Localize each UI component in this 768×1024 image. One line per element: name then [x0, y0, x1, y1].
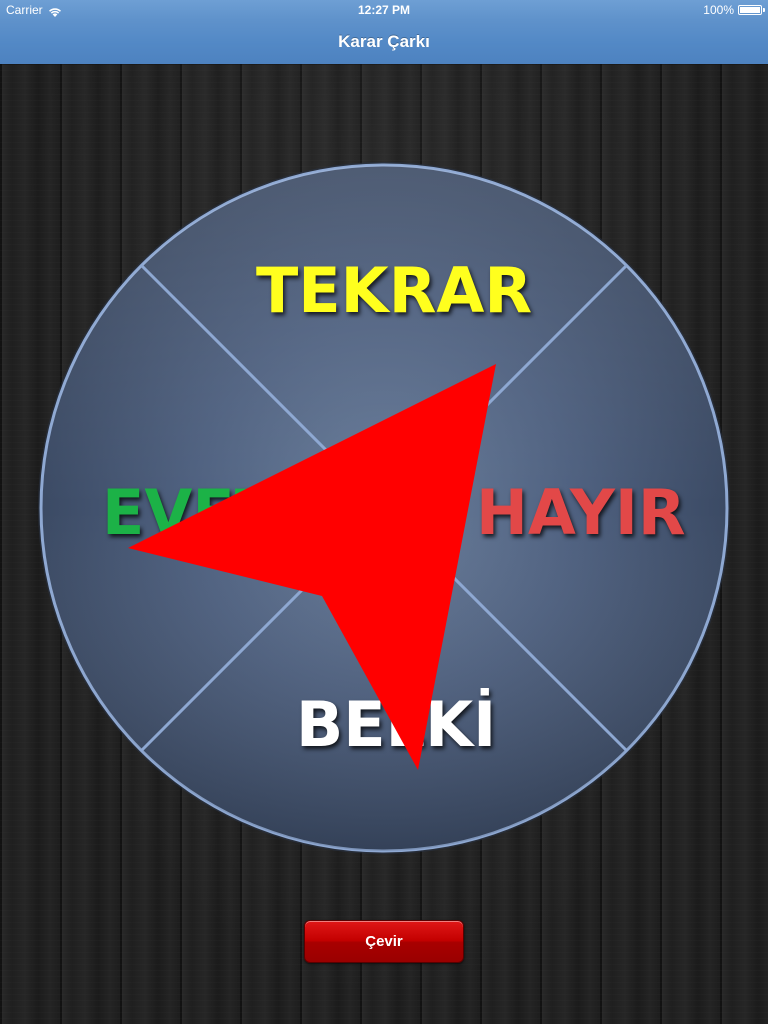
- status-bar: Carrier 12:27 PM 100%: [0, 0, 768, 20]
- segment-label-top: TEKRAR: [256, 254, 533, 327]
- page-title: Karar Çarkı: [338, 32, 430, 51]
- decision-wheel[interactable]: TEKRAR EVET HAYIR BELKİ: [34, 158, 734, 858]
- segment-label-right: HAYIR: [476, 476, 686, 549]
- battery-percent: 100%: [703, 3, 734, 17]
- battery-icon: [738, 5, 765, 15]
- segment-label-bottom: BELKİ: [296, 688, 497, 761]
- spin-button[interactable]: Çevir: [304, 920, 464, 963]
- status-time: 12:27 PM: [357, 3, 411, 17]
- segment-label-left: EVET: [102, 476, 277, 549]
- navigation-bar: Karar Çarkı: [0, 20, 768, 64]
- status-battery: 100%: [703, 0, 765, 20]
